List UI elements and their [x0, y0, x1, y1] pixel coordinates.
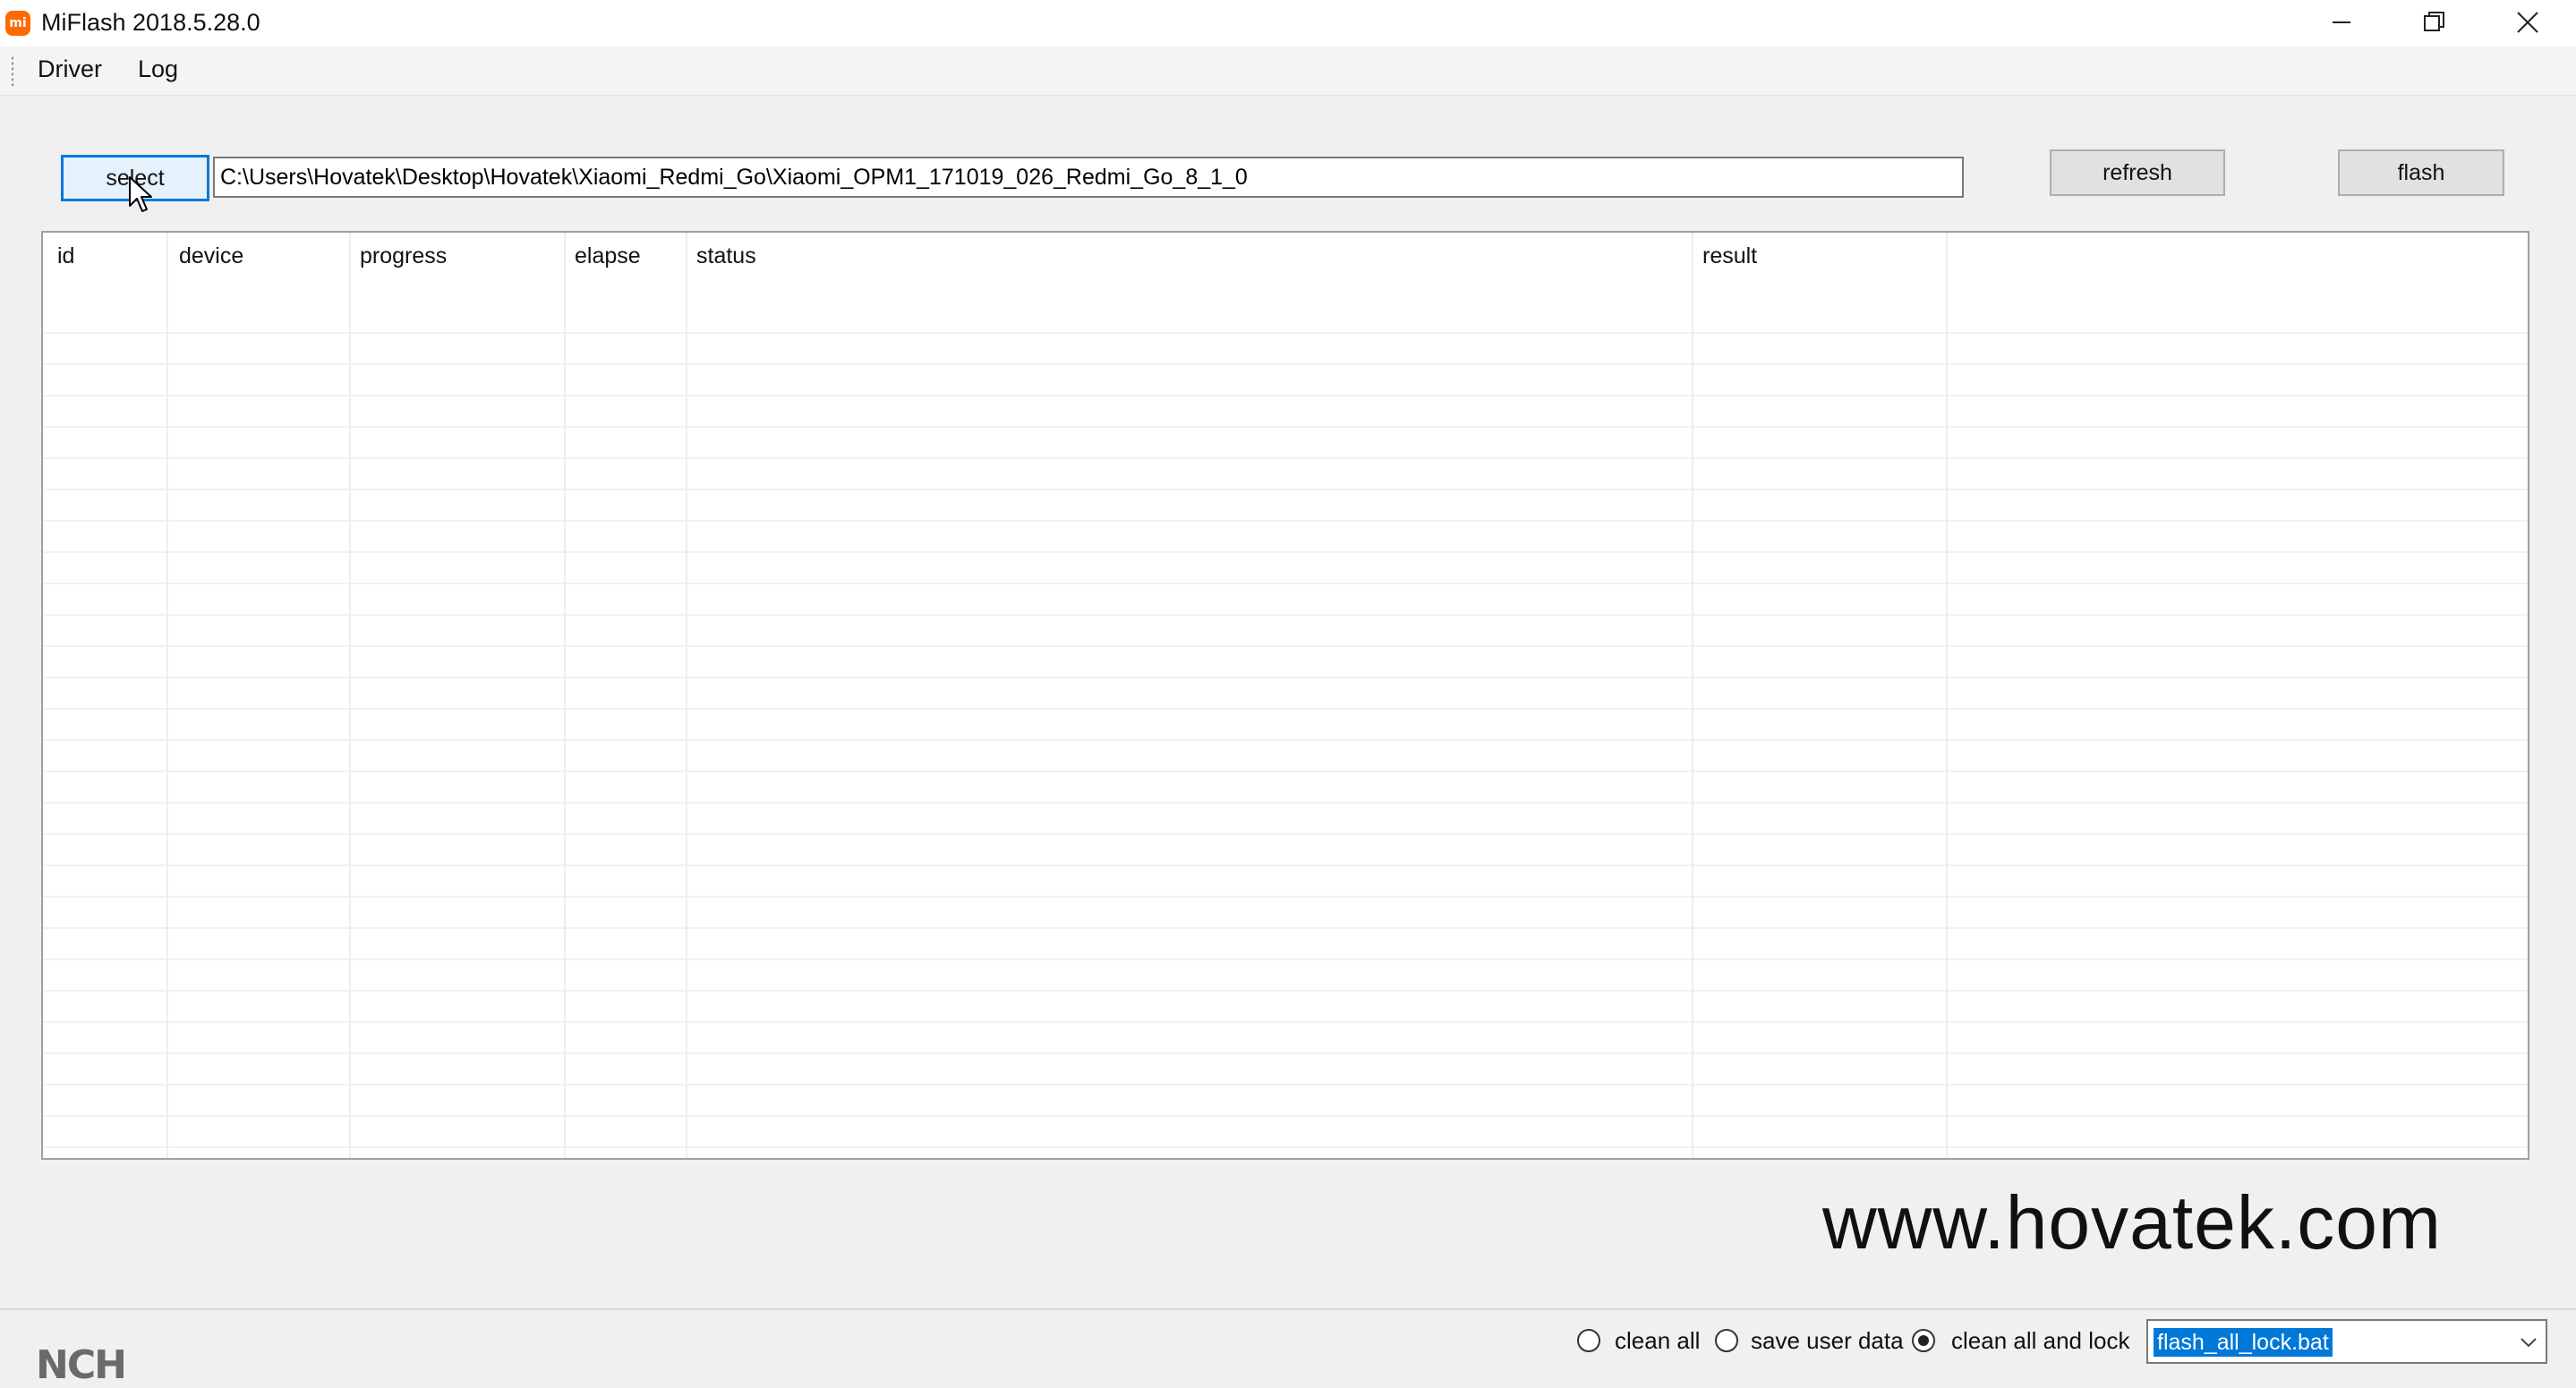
column-header-id[interactable]: id [57, 243, 74, 269]
minimize-icon [2333, 21, 2350, 23]
clean-all-radio[interactable] [1577, 1329, 1600, 1352]
rom-path-input[interactable]: C:\Users\Hovatek\Desktop\Hovatek\Xiaomi_… [213, 157, 1964, 198]
menu-item-driver[interactable]: Driver [38, 55, 102, 83]
mi-logo-icon: mi [5, 11, 30, 36]
save-user-data-label[interactable]: save user data [1751, 1327, 1904, 1355]
save-user-data-radio[interactable] [1715, 1329, 1738, 1352]
restore-button[interactable] [2390, 0, 2479, 45]
flash-script-select[interactable]: flash_all_lock.bat [2146, 1319, 2547, 1364]
refresh-button[interactable]: refresh [2050, 149, 2225, 196]
column-header-device[interactable]: device [179, 243, 243, 269]
menu-bar [0, 47, 2576, 96]
column-header-elapse[interactable]: elapse [575, 243, 641, 269]
table-row-lines [43, 302, 2528, 1158]
clean-all-label[interactable]: clean all [1615, 1327, 1700, 1355]
recorder-logo-icon: NCH [36, 1342, 127, 1388]
column-divider [564, 233, 566, 1158]
column-header-result[interactable]: result [1702, 243, 1757, 269]
column-divider [686, 233, 687, 1158]
menu-item-log[interactable]: Log [138, 55, 178, 83]
close-icon [2517, 12, 2538, 33]
device-table[interactable]: id device progress elapse status result [41, 231, 2529, 1160]
restore-icon [2424, 12, 2444, 31]
flash-script-value[interactable]: flash_all_lock.bat [2154, 1328, 2333, 1357]
miflash-window: mi MiFlash 2018.5.28.0 Driver Log select… [0, 0, 2576, 1388]
column-divider [1946, 233, 1948, 1158]
column-header-progress[interactable]: progress [360, 243, 447, 269]
website-watermark: www.hovatek.com [1822, 1180, 2442, 1265]
mouse-cursor-icon [129, 176, 152, 212]
clean-all-and-lock-label[interactable]: clean all and lock [1951, 1327, 2129, 1355]
flash-button[interactable]: flash [2338, 149, 2504, 196]
title-bar: mi MiFlash 2018.5.28.0 [0, 0, 2576, 47]
clean-all-and-lock-radio[interactable] [1912, 1329, 1935, 1352]
window-title: MiFlash 2018.5.28.0 [41, 9, 260, 36]
menu-grip-icon [11, 55, 14, 86]
column-header-status[interactable]: status [696, 243, 756, 269]
close-button[interactable] [2483, 0, 2572, 45]
minimize-button[interactable] [2297, 0, 2386, 45]
column-divider [349, 233, 351, 1158]
column-divider [1692, 233, 1693, 1158]
chevron-down-icon[interactable] [2519, 1333, 2538, 1351]
column-divider [166, 233, 168, 1158]
